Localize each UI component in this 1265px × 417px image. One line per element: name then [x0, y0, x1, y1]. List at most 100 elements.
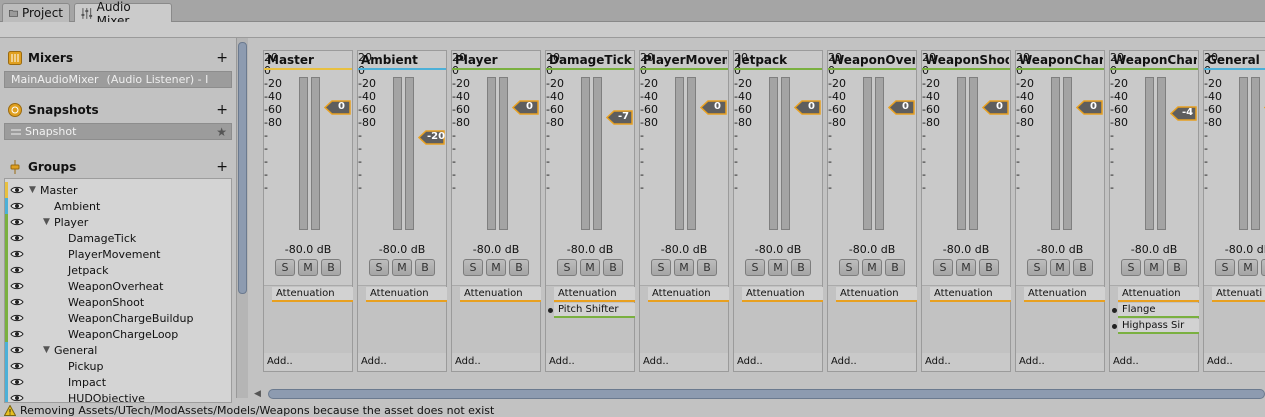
effect-slot[interactable]: Pitch Shifter — [554, 303, 635, 318]
add-effect-button[interactable]: Add.. — [1207, 356, 1233, 367]
volume-fader-handle[interactable]: -4 — [1170, 105, 1198, 121]
add-effect-button[interactable]: Add.. — [267, 356, 293, 367]
solo-button[interactable]: S — [275, 259, 295, 276]
effect-slot[interactable]: Attenuation — [366, 287, 447, 302]
expand-triangle-icon[interactable]: ▼ — [43, 217, 50, 227]
solo-button[interactable]: S — [1027, 259, 1047, 276]
eye-icon[interactable] — [10, 345, 24, 358]
group-row[interactable]: DamageTick — [5, 230, 231, 246]
volume-fader-handle[interactable]: -20 — [418, 130, 446, 145]
tab-project[interactable]: Project — [2, 3, 70, 22]
bypass-button[interactable]: B — [885, 259, 905, 276]
bypass-button[interactable]: B — [415, 259, 435, 276]
bypass-button[interactable]: B — [791, 259, 811, 276]
effect-slot[interactable]: Attenuation — [1024, 287, 1105, 302]
solo-button[interactable]: S — [933, 259, 953, 276]
bypass-button[interactable]: B — [321, 259, 341, 276]
bypass-button[interactable]: B — [1261, 259, 1265, 276]
mixer-scrollbar-thumb[interactable] — [268, 389, 1265, 399]
solo-button[interactable]: S — [1121, 259, 1141, 276]
eye-icon[interactable] — [10, 281, 24, 294]
effect-slot[interactable]: Attenuation — [272, 287, 353, 302]
group-row[interactable]: WeaponShoot — [5, 294, 231, 310]
mute-button[interactable]: M — [768, 259, 788, 276]
star-icon[interactable]: ★ — [216, 125, 227, 139]
bypass-button[interactable]: B — [509, 259, 529, 276]
solo-button[interactable]: S — [745, 259, 765, 276]
effect-slot[interactable]: Attenuation — [742, 287, 823, 302]
mixer-scrollbar[interactable]: ◀ — [250, 385, 1265, 403]
effect-slot[interactable]: Flange — [1118, 303, 1199, 318]
eye-icon[interactable] — [10, 329, 24, 342]
add-effect-button[interactable]: Add.. — [737, 356, 763, 367]
volume-fader-handle[interactable]: 0 — [982, 99, 1010, 115]
snapshot-item[interactable]: Snapshot ★ — [4, 123, 232, 140]
group-row[interactable]: PlayerMovement — [5, 246, 231, 262]
add-effect-button[interactable]: Add.. — [549, 356, 575, 367]
volume-fader-handle[interactable]: 0 — [794, 99, 822, 115]
eye-icon[interactable] — [10, 377, 24, 390]
add-group-button[interactable]: + — [216, 159, 228, 175]
eye-icon[interactable] — [10, 185, 24, 198]
sidebar-scrollbar[interactable] — [236, 38, 248, 398]
add-effect-button[interactable]: Add.. — [1019, 356, 1045, 367]
solo-button[interactable]: S — [1215, 259, 1235, 276]
scroll-left-arrow-icon[interactable]: ◀ — [254, 389, 261, 399]
add-effect-button[interactable]: Add.. — [455, 356, 481, 367]
sidebar-scrollbar-thumb[interactable] — [238, 42, 247, 294]
add-effect-button[interactable]: Add.. — [831, 356, 857, 367]
group-row[interactable]: ▼ Player — [5, 214, 231, 230]
volume-fader-handle[interactable]: 0 — [1076, 99, 1104, 115]
group-row[interactable]: HUDObjective — [5, 390, 231, 402]
effect-slot[interactable]: Attenuation — [1118, 287, 1199, 302]
eye-icon[interactable] — [10, 233, 24, 246]
solo-button[interactable]: S — [651, 259, 671, 276]
mute-button[interactable]: M — [1050, 259, 1070, 276]
group-row[interactable]: ▼ Master — [5, 182, 231, 198]
mute-button[interactable]: M — [392, 259, 412, 276]
group-row[interactable]: Pickup — [5, 358, 231, 374]
group-row[interactable]: WeaponChargeLoop — [5, 326, 231, 342]
eye-icon[interactable] — [10, 265, 24, 278]
effect-slot[interactable]: Attenuati — [1212, 287, 1265, 302]
mute-button[interactable]: M — [674, 259, 694, 276]
bypass-button[interactable]: B — [1167, 259, 1187, 276]
add-effect-button[interactable]: Add.. — [925, 356, 951, 367]
add-snapshot-button[interactable]: + — [216, 102, 228, 118]
bypass-button[interactable]: B — [979, 259, 999, 276]
effect-slot[interactable]: Attenuation — [836, 287, 917, 302]
eye-icon[interactable] — [10, 393, 24, 402]
effect-slot[interactable]: Highpass Sir — [1118, 319, 1199, 334]
mute-button[interactable]: M — [298, 259, 318, 276]
tab-audio-mixer[interactable]: Audio Mixer — [74, 0, 172, 28]
group-row[interactable]: Impact — [5, 374, 231, 390]
group-row[interactable]: Jetpack — [5, 262, 231, 278]
eye-icon[interactable] — [10, 249, 24, 262]
eye-icon[interactable] — [10, 361, 24, 374]
bypass-button[interactable]: B — [1073, 259, 1093, 276]
add-effect-button[interactable]: Add.. — [1113, 356, 1139, 367]
solo-button[interactable]: S — [463, 259, 483, 276]
effect-slot[interactable]: Attenuation — [554, 287, 635, 302]
bypass-button[interactable]: B — [697, 259, 717, 276]
solo-button[interactable]: S — [557, 259, 577, 276]
mute-button[interactable]: M — [1238, 259, 1258, 276]
mixer-item[interactable]: MainAudioMixer (Audio Listener) - I — [4, 71, 232, 88]
volume-fader-handle[interactable]: 0 — [700, 99, 728, 115]
mute-button[interactable]: M — [486, 259, 506, 276]
mute-button[interactable]: M — [1144, 259, 1164, 276]
bypass-button[interactable]: B — [603, 259, 623, 276]
add-effect-button[interactable]: Add.. — [361, 356, 387, 367]
expand-triangle-icon[interactable]: ▼ — [29, 185, 36, 195]
add-effect-button[interactable]: Add.. — [643, 356, 669, 367]
eye-icon[interactable] — [10, 297, 24, 310]
mute-button[interactable]: M — [580, 259, 600, 276]
mute-button[interactable]: M — [956, 259, 976, 276]
solo-button[interactable]: S — [369, 259, 389, 276]
volume-fader-handle[interactable]: 0 — [324, 99, 352, 115]
group-row[interactable]: Ambient — [5, 198, 231, 214]
eye-icon[interactable] — [10, 201, 24, 214]
group-row[interactable]: ▼ General — [5, 342, 231, 358]
eye-icon[interactable] — [10, 313, 24, 326]
mute-button[interactable]: M — [862, 259, 882, 276]
